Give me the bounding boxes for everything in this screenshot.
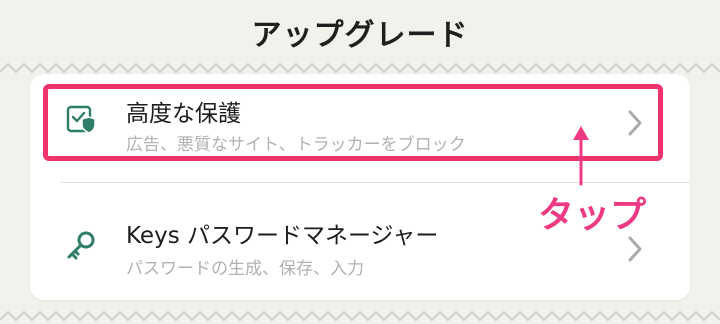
advanced-protection-subtitle: 広告、悪質なサイト、トラッカーをブロック (126, 135, 466, 155)
advanced-protection-title: 高度な保護 (126, 101, 241, 127)
top-zigzag-divider (0, 62, 720, 74)
header: アップグレード (0, 0, 720, 64)
page-title: アップグレード (251, 18, 469, 53)
chevron-right-icon (628, 236, 642, 262)
keys-password-manager-title: Keys パスワードマネージャー (126, 223, 439, 249)
tap-annotation-label: タップ (538, 195, 647, 236)
arrow-up-icon (573, 126, 589, 186)
shield-check-icon (66, 105, 96, 134)
bottom-zigzag-divider (0, 310, 720, 322)
keys-password-manager-subtitle: パスワードの生成、保存、入力 (126, 259, 364, 279)
key-icon (67, 231, 95, 260)
chevron-right-icon (628, 110, 642, 136)
